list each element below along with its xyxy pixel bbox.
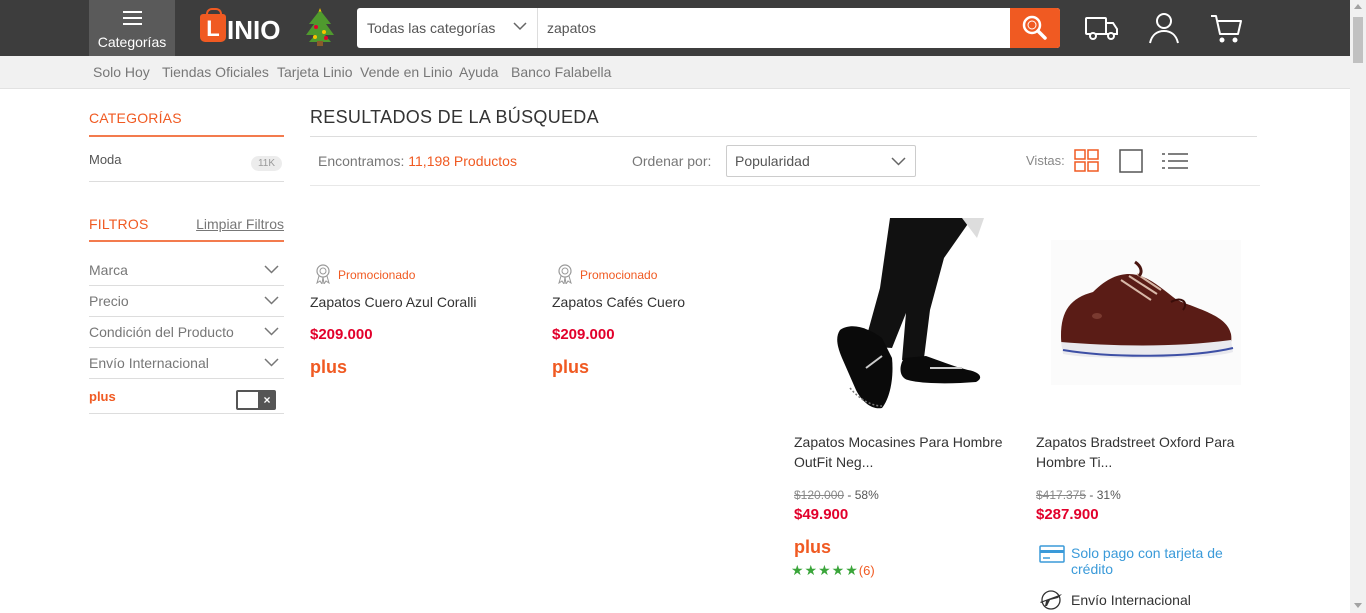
secondary-nav: Solo Hoy Tiendas Oficiales Tarjeta Linio… bbox=[0, 56, 1350, 89]
filter-envio-internacional[interactable]: Envío Internacional bbox=[89, 355, 284, 379]
credit-card-note-text: Solo pago con tarjeta de crédito bbox=[1071, 545, 1223, 577]
airplane-globe-icon bbox=[1040, 590, 1062, 610]
scrollbar-thumb[interactable] bbox=[1353, 17, 1363, 63]
rating-stars: ★★★★★(6) bbox=[791, 562, 875, 579]
category-select-value: Todas las categorías bbox=[367, 20, 496, 36]
shopping-cart-icon[interactable] bbox=[1208, 10, 1244, 46]
hamburger-icon bbox=[123, 11, 142, 29]
award-ribbon-icon bbox=[558, 264, 572, 284]
chevron-down-icon bbox=[264, 296, 279, 305]
category-select[interactable]: Todas las categorías bbox=[357, 8, 538, 48]
subnav-ayuda[interactable]: Ayuda bbox=[459, 64, 498, 80]
product-name[interactable]: Zapatos Bradstreet Oxford Para Hombre Ti… bbox=[1036, 432, 1261, 472]
product-image-loafers[interactable] bbox=[812, 218, 992, 410]
promoted-text: Promocionado bbox=[580, 268, 658, 282]
subnav-vende-en-linio[interactable]: Vende en Linio bbox=[360, 64, 453, 80]
plus-filter-label: plus bbox=[89, 389, 116, 404]
product-name[interactable]: Zapatos Mocasines Para Hombre OutFit Neg… bbox=[794, 432, 1019, 472]
search-icon bbox=[1022, 15, 1047, 40]
subnav-tarjeta-linio[interactable]: Tarjeta Linio bbox=[277, 64, 353, 80]
product-card[interactable]: Zapatos Bradstreet Oxford Para Hombre Ti… bbox=[1036, 100, 1256, 613]
product-card[interactable]: Zapatos Mocasines Para Hombre OutFit Neg… bbox=[791, 100, 1014, 613]
chevron-down-icon bbox=[264, 327, 279, 336]
delivery-truck-icon[interactable] bbox=[1083, 10, 1119, 46]
categories-title: CATEGORÍAS bbox=[89, 110, 182, 126]
international-shipping-text: Envío Internacional bbox=[1071, 592, 1191, 608]
product-price: $49.900 bbox=[794, 506, 849, 523]
logo-text: INIO bbox=[227, 15, 281, 45]
credit-card-icon bbox=[1039, 545, 1065, 563]
scroll-up-arrow-icon[interactable] bbox=[1354, 4, 1362, 9]
subnav-solo-hoy[interactable]: Solo Hoy bbox=[93, 64, 150, 80]
review-count[interactable]: (6) bbox=[859, 563, 875, 578]
search-bar: Todas las categorías bbox=[357, 8, 1060, 48]
search-input[interactable] bbox=[538, 8, 1010, 48]
plus-toggle[interactable]: × bbox=[236, 390, 276, 410]
product-price: $287.900 bbox=[1036, 506, 1099, 523]
logo-bag-icon: L bbox=[200, 8, 226, 42]
filter-condicion[interactable]: Condición del Producto bbox=[89, 324, 284, 348]
chevron-down-icon bbox=[513, 22, 527, 31]
vertical-scrollbar[interactable] bbox=[1350, 0, 1366, 613]
clear-filters-link[interactable]: Limpiar Filtros bbox=[196, 216, 284, 232]
category-label: Moda bbox=[89, 152, 122, 167]
product-name[interactable]: Zapatos Cafés Cuero bbox=[552, 292, 777, 312]
subnav-banco-falabella[interactable]: Banco Falabella bbox=[511, 64, 611, 80]
chevron-down-icon bbox=[264, 358, 279, 367]
promoted-label: Promocionado bbox=[552, 264, 658, 284]
user-account-icon[interactable] bbox=[1146, 10, 1182, 46]
linio-logo[interactable]: L INIO bbox=[197, 8, 295, 47]
category-count-badge: 11K bbox=[250, 156, 282, 171]
plus-badge: plus bbox=[552, 357, 590, 377]
product-image-oxford-shoe[interactable] bbox=[1051, 240, 1241, 385]
filter-label: Marca bbox=[89, 262, 128, 278]
discount: - 31% bbox=[1089, 488, 1121, 502]
old-price: $417.375 bbox=[1036, 488, 1087, 502]
scroll-down-arrow-icon[interactable] bbox=[1354, 603, 1362, 608]
product-card[interactable]: Promocionado Zapatos Cafés Cuero $209.00… bbox=[552, 100, 772, 400]
category-item-moda[interactable]: Moda 11K bbox=[89, 152, 284, 182]
old-price-row: $417.375 - 31% bbox=[1036, 488, 1121, 502]
filters-title: FILTROS bbox=[89, 216, 149, 232]
plus-badge: plus bbox=[794, 537, 832, 557]
product-price: $209.000 bbox=[552, 326, 615, 343]
star-icons: ★★★★★ bbox=[791, 562, 859, 578]
divider bbox=[89, 240, 284, 242]
filter-marca[interactable]: Marca bbox=[89, 262, 284, 286]
categories-menu-label: Categorías bbox=[97, 34, 167, 50]
discount: - 58% bbox=[847, 488, 879, 502]
categories-menu-button[interactable]: Categorías bbox=[89, 0, 175, 56]
product-price: $209.000 bbox=[310, 326, 373, 343]
subnav-tiendas-oficiales[interactable]: Tiendas Oficiales bbox=[162, 64, 269, 80]
top-bar: Categorías L INIO Todas las categorías bbox=[0, 0, 1350, 56]
filter-label: Precio bbox=[89, 293, 129, 309]
award-ribbon-icon bbox=[316, 264, 330, 284]
promoted-label: Promocionado bbox=[310, 264, 416, 284]
plus-badge: plus bbox=[310, 357, 348, 377]
divider bbox=[89, 135, 284, 137]
promoted-text: Promocionado bbox=[338, 268, 416, 282]
toggle-close-icon: × bbox=[258, 392, 276, 408]
product-card[interactable]: Promocionado Zapatos Cuero Azul Coralli … bbox=[310, 100, 530, 400]
filter-label: Envío Internacional bbox=[89, 355, 209, 371]
credit-card-only-note: Solo pago con tarjeta de crédito bbox=[1036, 545, 1246, 577]
filter-label: Condición del Producto bbox=[89, 324, 234, 340]
product-name[interactable]: Zapatos Cuero Azul Coralli bbox=[310, 292, 535, 312]
christmas-tree-icon bbox=[306, 8, 334, 46]
chevron-down-icon bbox=[264, 265, 279, 274]
filter-precio[interactable]: Precio bbox=[89, 293, 284, 317]
filter-plus: plus × bbox=[89, 388, 284, 414]
search-button[interactable] bbox=[1010, 8, 1060, 48]
old-price-row: $120.000 - 58% bbox=[794, 488, 879, 502]
old-price: $120.000 bbox=[794, 488, 845, 502]
international-shipping-note: Envío Internacional bbox=[1036, 590, 1191, 610]
